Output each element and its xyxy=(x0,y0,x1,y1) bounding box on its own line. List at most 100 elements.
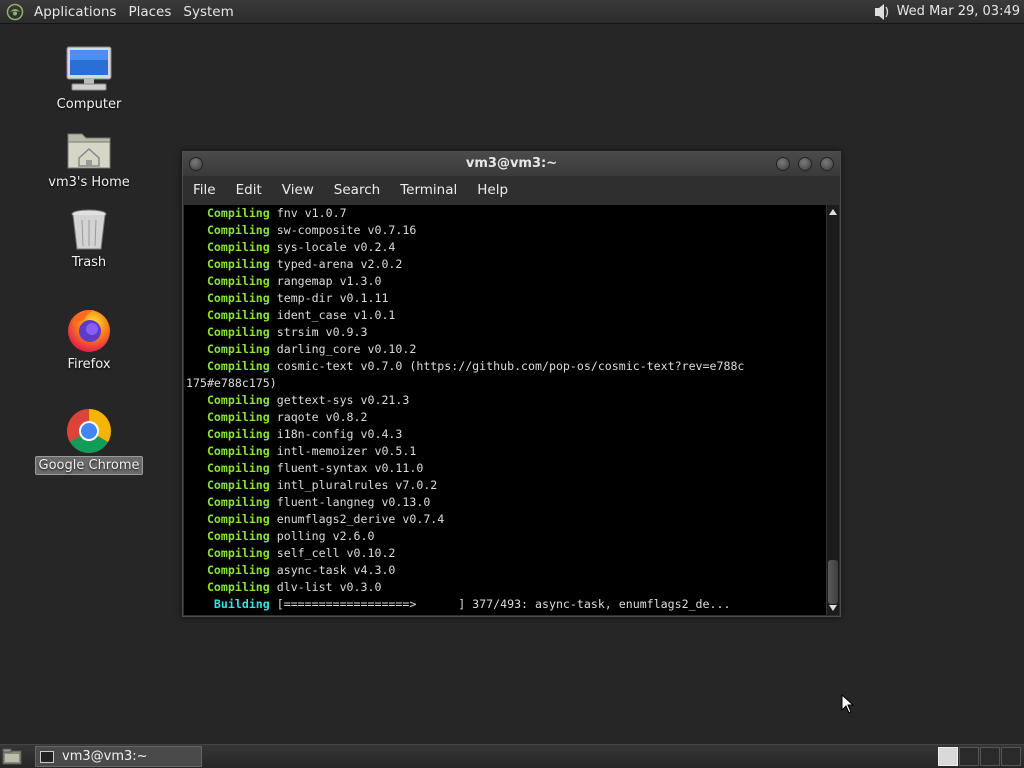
system-menu[interactable]: System xyxy=(179,4,241,20)
bottom-panel: vm3@vm3:~ xyxy=(0,744,1024,768)
scrollbar-thumb[interactable] xyxy=(828,560,838,604)
terminal-line: Compiling temp-dir v0.1.11 xyxy=(186,290,826,307)
menu-edit[interactable]: Edit xyxy=(226,182,272,198)
taskbar-item-label: vm3@vm3:~ xyxy=(62,749,148,764)
desktop-icon-computer[interactable]: Computer xyxy=(34,46,144,113)
terminal-line: Compiling typed-arena v2.0.2 xyxy=(186,256,826,273)
menu-search[interactable]: Search xyxy=(324,182,390,198)
terminal-line-text: [==================> ] 377/493: async-ta… xyxy=(269,597,731,611)
terminal-line: Compiling i18n-config v0.4.3 xyxy=(186,426,826,443)
terminal-line: Compiling cosmic-text v0.7.0 (https://gi… xyxy=(186,358,826,375)
computer-icon xyxy=(66,46,112,91)
terminal-line-text: async-task v4.3.0 xyxy=(269,563,396,577)
terminal-line-text: gettext-sys v0.21.3 xyxy=(269,393,410,407)
terminal-line-text: sys-locale v0.2.4 xyxy=(269,240,396,254)
places-menu[interactable]: Places xyxy=(124,4,179,20)
desktop-icon-home[interactable]: vm3's Home xyxy=(34,128,144,191)
terminal-line: Compiling intl-memoizer v0.5.1 xyxy=(186,443,826,460)
terminal-icon xyxy=(40,750,54,763)
terminal-line: Compiling fnv v1.0.7 xyxy=(186,205,826,222)
terminal-line: Compiling gettext-sys v0.21.3 xyxy=(186,392,826,409)
terminal-line-text: darling_core v0.10.2 xyxy=(269,342,417,356)
desktop-icon-firefox[interactable]: Firefox xyxy=(34,306,144,373)
compiling-keyword: Compiling xyxy=(186,444,270,458)
desktop-icon-label: Firefox xyxy=(67,357,111,372)
compiling-keyword: Compiling xyxy=(186,461,270,475)
compiling-keyword: Compiling xyxy=(186,393,270,407)
compiling-keyword: Compiling xyxy=(186,580,270,594)
menu-help[interactable]: Help xyxy=(467,182,518,198)
compiling-keyword: Compiling xyxy=(186,359,270,373)
terminal-line-text: self_cell v0.10.2 xyxy=(269,546,396,560)
volume-icon[interactable] xyxy=(869,1,891,23)
workspace-1[interactable] xyxy=(938,747,958,766)
terminal-line: Compiling ident_case v1.0.1 xyxy=(186,307,826,324)
maximize-button[interactable] xyxy=(798,157,812,171)
terminal-text: Compiling fnv v1.0.7 Compiling sw-compos… xyxy=(184,205,826,613)
terminal-line-text: polling v2.6.0 xyxy=(269,529,375,543)
terminal-line-text: fluent-langneg v0.13.0 xyxy=(269,495,431,509)
top-panel: Applications Places System Wed Mar 29, 0… xyxy=(0,0,1024,24)
applications-menu[interactable]: Applications xyxy=(30,4,124,20)
taskbar-item-terminal[interactable]: vm3@vm3:~ xyxy=(35,746,202,767)
terminal-line: Compiling fluent-langneg v0.13.0 xyxy=(186,494,826,511)
scroll-up-arrow[interactable] xyxy=(829,209,837,215)
window-menu-button[interactable] xyxy=(189,157,203,171)
terminal-line: Compiling rangemap v1.3.0 xyxy=(186,273,826,290)
terminal-line: Compiling strsim v0.9.3 xyxy=(186,324,826,341)
desktop-icon-label: Computer xyxy=(56,97,122,112)
terminal-line: Compiling fluent-syntax v0.11.0 xyxy=(186,460,826,477)
show-desktop-icon[interactable] xyxy=(2,748,22,765)
desktop-icon-label: vm3's Home xyxy=(48,175,130,190)
terminal-line: Compiling raqote v0.8.2 xyxy=(186,409,826,426)
clock[interactable]: Wed Mar 29, 03:49 xyxy=(897,4,1024,19)
compiling-keyword: Compiling xyxy=(186,291,270,305)
close-button[interactable] xyxy=(820,157,834,171)
workspace-3[interactable] xyxy=(980,747,1000,766)
compiling-keyword: Compiling xyxy=(186,223,270,237)
terminal-line: Building [==================> ] 377/493:… xyxy=(186,596,826,613)
terminal-line-text: ident_case v1.0.1 xyxy=(269,308,396,322)
menu-file[interactable]: File xyxy=(183,182,226,198)
compiling-keyword: Compiling xyxy=(186,478,270,492)
minimize-button[interactable] xyxy=(776,157,790,171)
home-folder-icon xyxy=(67,133,111,169)
terminal-window[interactable]: vm3@vm3:~ File Edit View Search Terminal… xyxy=(182,151,841,617)
menu-terminal[interactable]: Terminal xyxy=(390,182,467,198)
compiling-keyword: Compiling xyxy=(186,206,270,220)
terminal-line-text: fnv v1.0.7 xyxy=(269,206,347,220)
terminal-line-text: cosmic-text v0.7.0 (https://github.com/p… xyxy=(269,359,745,373)
window-title: vm3@vm3:~ xyxy=(465,156,558,171)
window-titlebar[interactable]: vm3@vm3:~ xyxy=(183,152,840,176)
mouse-pointer-icon xyxy=(841,694,855,714)
terminal-line: Compiling intl_pluralrules v7.0.2 xyxy=(186,477,826,494)
compiling-keyword: Compiling xyxy=(186,240,270,254)
terminal-line: 175#e788c175) xyxy=(186,375,826,392)
terminal-line-text: dlv-list v0.3.0 xyxy=(269,580,382,594)
terminal-scrollbar[interactable] xyxy=(826,205,839,615)
compiling-keyword: Compiling xyxy=(186,563,270,577)
building-keyword: Building xyxy=(186,597,270,611)
distro-logo-icon[interactable] xyxy=(6,3,24,21)
terminal-line-text: typed-arena v2.0.2 xyxy=(269,257,403,271)
terminal-line-text: 175#e788c175) xyxy=(186,376,277,390)
workspace-4[interactable] xyxy=(1001,747,1021,766)
terminal-line: Compiling self_cell v0.10.2 xyxy=(186,545,826,562)
firefox-icon xyxy=(68,310,110,352)
compiling-keyword: Compiling xyxy=(186,495,270,509)
terminal-line: Compiling polling v2.6.0 xyxy=(186,528,826,545)
compiling-keyword: Compiling xyxy=(186,325,270,339)
scroll-down-arrow[interactable] xyxy=(829,605,837,611)
compiling-keyword: Compiling xyxy=(186,427,270,441)
workspace-2[interactable] xyxy=(959,747,979,766)
terminal-line-text: raqote v0.8.2 xyxy=(269,410,368,424)
terminal-line: Compiling darling_core v0.10.2 xyxy=(186,341,826,358)
desktop-icon-chrome[interactable]: Google Chrome xyxy=(34,406,144,475)
terminal-line: Compiling sys-locale v0.2.4 xyxy=(186,239,826,256)
terminal-output[interactable]: Compiling fnv v1.0.7 Compiling sw-compos… xyxy=(184,205,826,615)
desktop-icon-trash[interactable]: Trash xyxy=(34,208,144,271)
terminal-line-text: strsim v0.9.3 xyxy=(269,325,368,339)
compiling-keyword: Compiling xyxy=(186,512,270,526)
terminal-line-text: fluent-syntax v0.11.0 xyxy=(269,461,424,475)
menu-view[interactable]: View xyxy=(272,182,324,198)
